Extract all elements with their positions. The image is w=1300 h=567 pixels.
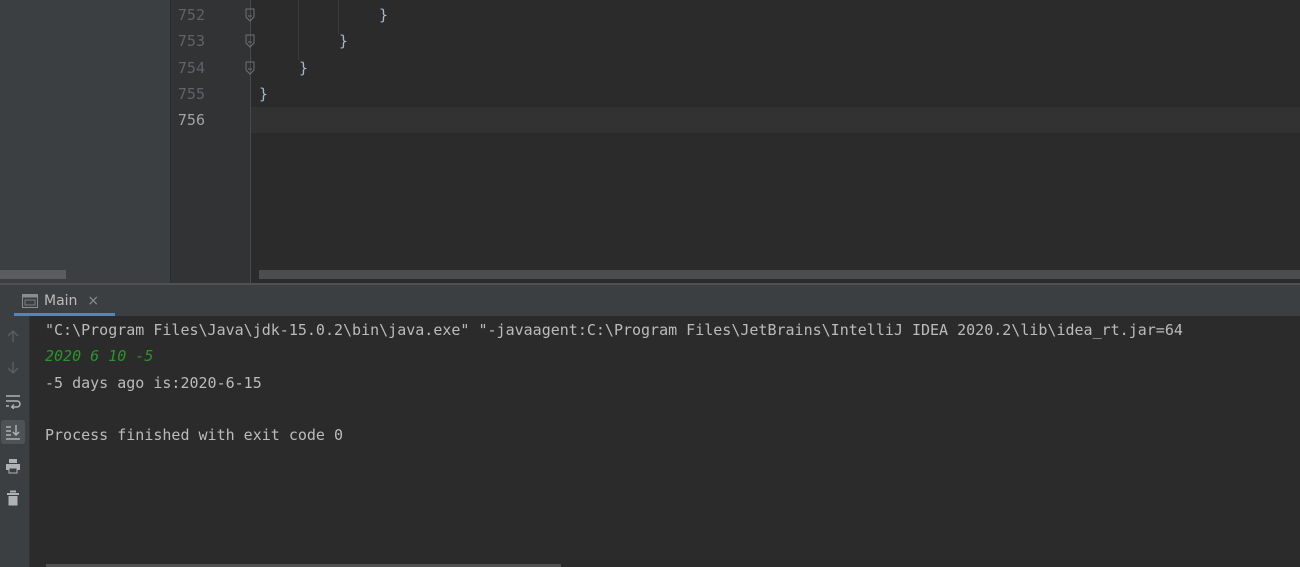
console-output-line: -5 days ago is:2020-6-15 — [45, 374, 262, 392]
up-arrow-button[interactable] — [1, 324, 25, 348]
project-panel-scrollbar[interactable] — [0, 270, 66, 279]
project-panel[interactable] — [0, 0, 170, 283]
line-number: 753 — [177, 32, 205, 50]
fold-marker-icon[interactable] — [244, 8, 256, 22]
line-number-current: 756 — [177, 111, 205, 129]
run-tool-window-header — [0, 285, 1300, 316]
scroll-to-end-icon — [6, 425, 20, 440]
clear-all-button[interactable] — [1, 486, 25, 510]
scroll-to-end-button[interactable] — [1, 420, 25, 444]
fold-marker-icon[interactable] — [244, 61, 256, 75]
console-toolbar — [0, 316, 30, 567]
close-icon[interactable]: × — [87, 293, 99, 309]
console-icon — [22, 293, 38, 308]
tab-label: Main — [44, 292, 78, 309]
line-number: 754 — [177, 59, 205, 77]
down-arrow-icon — [7, 362, 19, 375]
fold-marker-icon[interactable] — [244, 34, 256, 48]
up-arrow-icon — [7, 329, 19, 342]
console-command-line: "C:\Program Files\Java\jdk-15.0.2\bin\ja… — [45, 321, 1183, 339]
line-number: 752 — [177, 6, 205, 24]
editor-area: 752 753 754 755 756 } } } } — [0, 0, 1300, 283]
down-arrow-button[interactable] — [1, 356, 25, 380]
print-button[interactable] — [1, 454, 25, 478]
code-line[interactable]: } — [259, 81, 268, 107]
soft-wrap-button[interactable] — [1, 389, 25, 413]
indent-guide — [298, 0, 299, 60]
print-icon — [6, 459, 20, 474]
trash-icon — [7, 490, 19, 506]
soft-wrap-icon — [6, 395, 21, 409]
code-line[interactable]: } — [299, 55, 308, 81]
console-user-input: 2020 6 10 -5 — [45, 347, 154, 365]
console-exit-line: Process finished with exit code 0 — [45, 426, 344, 444]
current-line-highlight — [251, 107, 1300, 133]
code-line[interactable]: } — [379, 2, 388, 28]
editor-horizontal-scrollbar[interactable] — [259, 270, 1300, 279]
line-number: 755 — [177, 85, 205, 103]
console-output[interactable]: "C:\Program Files\Java\jdk-15.0.2\bin\ja… — [31, 316, 1300, 567]
code-line[interactable]: } — [339, 28, 348, 54]
tab-main[interactable]: Main × — [14, 285, 115, 316]
